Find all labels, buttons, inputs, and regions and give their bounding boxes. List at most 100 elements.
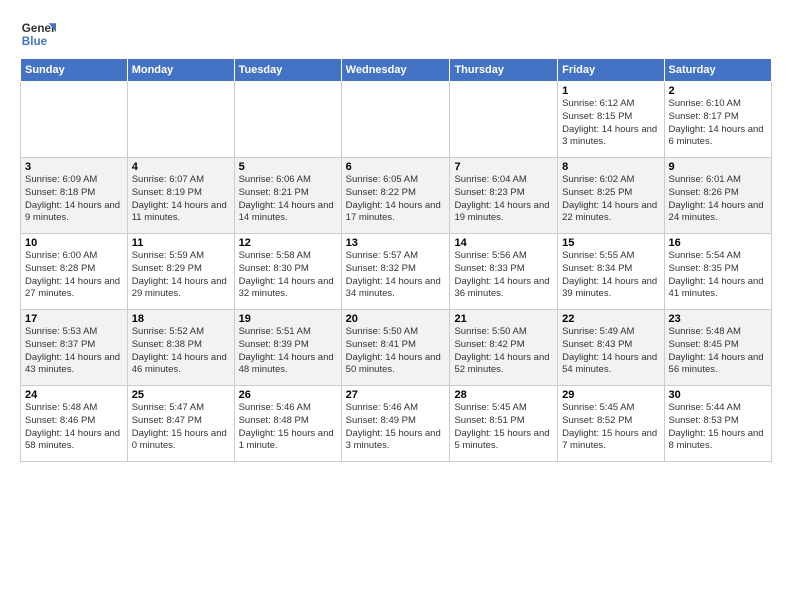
day-number: 2 (669, 85, 767, 97)
day-number: 8 (562, 161, 659, 173)
day-number: 18 (132, 313, 230, 325)
col-header-wednesday: Wednesday (341, 59, 450, 82)
col-header-tuesday: Tuesday (234, 59, 341, 82)
calendar-table: SundayMondayTuesdayWednesdayThursdayFrid… (20, 58, 772, 462)
day-info: Sunrise: 5:50 AM Sunset: 8:41 PM Dayligh… (346, 326, 446, 377)
calendar-cell: 6Sunrise: 6:05 AM Sunset: 8:22 PM Daylig… (341, 158, 450, 234)
day-info: Sunrise: 6:06 AM Sunset: 8:21 PM Dayligh… (239, 174, 337, 225)
calendar-cell: 15Sunrise: 5:55 AM Sunset: 8:34 PM Dayli… (558, 234, 664, 310)
calendar-cell: 2Sunrise: 6:10 AM Sunset: 8:17 PM Daylig… (664, 82, 771, 158)
day-number: 10 (25, 237, 123, 249)
calendar-cell: 8Sunrise: 6:02 AM Sunset: 8:25 PM Daylig… (558, 158, 664, 234)
col-header-thursday: Thursday (450, 59, 558, 82)
day-info: Sunrise: 5:58 AM Sunset: 8:30 PM Dayligh… (239, 250, 337, 301)
calendar-cell: 28Sunrise: 5:45 AM Sunset: 8:51 PM Dayli… (450, 386, 558, 462)
day-number: 21 (454, 313, 553, 325)
col-header-saturday: Saturday (664, 59, 771, 82)
calendar-cell: 3Sunrise: 6:09 AM Sunset: 8:18 PM Daylig… (21, 158, 128, 234)
logo: General Blue (20, 16, 56, 52)
day-info: Sunrise: 5:56 AM Sunset: 8:33 PM Dayligh… (454, 250, 553, 301)
calendar-cell: 14Sunrise: 5:56 AM Sunset: 8:33 PM Dayli… (450, 234, 558, 310)
calendar-cell (21, 82, 128, 158)
day-info: Sunrise: 5:51 AM Sunset: 8:39 PM Dayligh… (239, 326, 337, 377)
day-number: 12 (239, 237, 337, 249)
day-info: Sunrise: 6:02 AM Sunset: 8:25 PM Dayligh… (562, 174, 659, 225)
day-number: 4 (132, 161, 230, 173)
day-info: Sunrise: 5:54 AM Sunset: 8:35 PM Dayligh… (669, 250, 767, 301)
day-number: 29 (562, 389, 659, 401)
calendar-cell: 10Sunrise: 6:00 AM Sunset: 8:28 PM Dayli… (21, 234, 128, 310)
day-number: 15 (562, 237, 659, 249)
day-info: Sunrise: 6:10 AM Sunset: 8:17 PM Dayligh… (669, 98, 767, 149)
day-number: 17 (25, 313, 123, 325)
calendar-cell (450, 82, 558, 158)
calendar-cell: 29Sunrise: 5:45 AM Sunset: 8:52 PM Dayli… (558, 386, 664, 462)
calendar-cell: 17Sunrise: 5:53 AM Sunset: 8:37 PM Dayli… (21, 310, 128, 386)
day-info: Sunrise: 6:12 AM Sunset: 8:15 PM Dayligh… (562, 98, 659, 149)
day-info: Sunrise: 5:57 AM Sunset: 8:32 PM Dayligh… (346, 250, 446, 301)
day-info: Sunrise: 5:45 AM Sunset: 8:51 PM Dayligh… (454, 402, 553, 453)
calendar-cell: 9Sunrise: 6:01 AM Sunset: 8:26 PM Daylig… (664, 158, 771, 234)
day-number: 19 (239, 313, 337, 325)
day-info: Sunrise: 5:47 AM Sunset: 8:47 PM Dayligh… (132, 402, 230, 453)
calendar-cell: 7Sunrise: 6:04 AM Sunset: 8:23 PM Daylig… (450, 158, 558, 234)
col-header-sunday: Sunday (21, 59, 128, 82)
calendar-cell (234, 82, 341, 158)
day-info: Sunrise: 5:50 AM Sunset: 8:42 PM Dayligh… (454, 326, 553, 377)
day-info: Sunrise: 5:46 AM Sunset: 8:48 PM Dayligh… (239, 402, 337, 453)
col-header-monday: Monday (127, 59, 234, 82)
day-number: 6 (346, 161, 446, 173)
calendar-cell: 21Sunrise: 5:50 AM Sunset: 8:42 PM Dayli… (450, 310, 558, 386)
header: General Blue (20, 16, 772, 52)
day-number: 5 (239, 161, 337, 173)
calendar-cell: 20Sunrise: 5:50 AM Sunset: 8:41 PM Dayli… (341, 310, 450, 386)
day-number: 3 (25, 161, 123, 173)
day-info: Sunrise: 6:07 AM Sunset: 8:19 PM Dayligh… (132, 174, 230, 225)
day-info: Sunrise: 5:53 AM Sunset: 8:37 PM Dayligh… (25, 326, 123, 377)
day-info: Sunrise: 5:48 AM Sunset: 8:45 PM Dayligh… (669, 326, 767, 377)
calendar-cell: 25Sunrise: 5:47 AM Sunset: 8:47 PM Dayli… (127, 386, 234, 462)
day-number: 28 (454, 389, 553, 401)
calendar-cell: 12Sunrise: 5:58 AM Sunset: 8:30 PM Dayli… (234, 234, 341, 310)
calendar-cell: 1Sunrise: 6:12 AM Sunset: 8:15 PM Daylig… (558, 82, 664, 158)
calendar-cell: 27Sunrise: 5:46 AM Sunset: 8:49 PM Dayli… (341, 386, 450, 462)
day-info: Sunrise: 5:49 AM Sunset: 8:43 PM Dayligh… (562, 326, 659, 377)
calendar-cell: 4Sunrise: 6:07 AM Sunset: 8:19 PM Daylig… (127, 158, 234, 234)
day-info: Sunrise: 6:04 AM Sunset: 8:23 PM Dayligh… (454, 174, 553, 225)
svg-text:Blue: Blue (22, 35, 48, 48)
day-number: 14 (454, 237, 553, 249)
day-info: Sunrise: 6:05 AM Sunset: 8:22 PM Dayligh… (346, 174, 446, 225)
day-number: 1 (562, 85, 659, 97)
day-info: Sunrise: 5:59 AM Sunset: 8:29 PM Dayligh… (132, 250, 230, 301)
day-info: Sunrise: 6:09 AM Sunset: 8:18 PM Dayligh… (25, 174, 123, 225)
calendar-cell: 26Sunrise: 5:46 AM Sunset: 8:48 PM Dayli… (234, 386, 341, 462)
calendar-cell: 24Sunrise: 5:48 AM Sunset: 8:46 PM Dayli… (21, 386, 128, 462)
page: General Blue SundayMondayTuesdayWednesda… (0, 0, 792, 472)
calendar-cell: 23Sunrise: 5:48 AM Sunset: 8:45 PM Dayli… (664, 310, 771, 386)
day-info: Sunrise: 5:46 AM Sunset: 8:49 PM Dayligh… (346, 402, 446, 453)
day-info: Sunrise: 5:52 AM Sunset: 8:38 PM Dayligh… (132, 326, 230, 377)
calendar-cell: 11Sunrise: 5:59 AM Sunset: 8:29 PM Dayli… (127, 234, 234, 310)
day-number: 27 (346, 389, 446, 401)
day-info: Sunrise: 6:00 AM Sunset: 8:28 PM Dayligh… (25, 250, 123, 301)
day-number: 13 (346, 237, 446, 249)
day-number: 9 (669, 161, 767, 173)
calendar-cell: 16Sunrise: 5:54 AM Sunset: 8:35 PM Dayli… (664, 234, 771, 310)
calendar-cell: 22Sunrise: 5:49 AM Sunset: 8:43 PM Dayli… (558, 310, 664, 386)
day-number: 30 (669, 389, 767, 401)
day-number: 20 (346, 313, 446, 325)
calendar-cell (341, 82, 450, 158)
day-info: Sunrise: 5:45 AM Sunset: 8:52 PM Dayligh… (562, 402, 659, 453)
calendar-cell: 19Sunrise: 5:51 AM Sunset: 8:39 PM Dayli… (234, 310, 341, 386)
day-info: Sunrise: 6:01 AM Sunset: 8:26 PM Dayligh… (669, 174, 767, 225)
day-number: 11 (132, 237, 230, 249)
day-number: 25 (132, 389, 230, 401)
col-header-friday: Friday (558, 59, 664, 82)
day-number: 26 (239, 389, 337, 401)
day-number: 7 (454, 161, 553, 173)
day-info: Sunrise: 5:44 AM Sunset: 8:53 PM Dayligh… (669, 402, 767, 453)
calendar-cell: 30Sunrise: 5:44 AM Sunset: 8:53 PM Dayli… (664, 386, 771, 462)
calendar-cell: 18Sunrise: 5:52 AM Sunset: 8:38 PM Dayli… (127, 310, 234, 386)
day-info: Sunrise: 5:48 AM Sunset: 8:46 PM Dayligh… (25, 402, 123, 453)
calendar-cell (127, 82, 234, 158)
